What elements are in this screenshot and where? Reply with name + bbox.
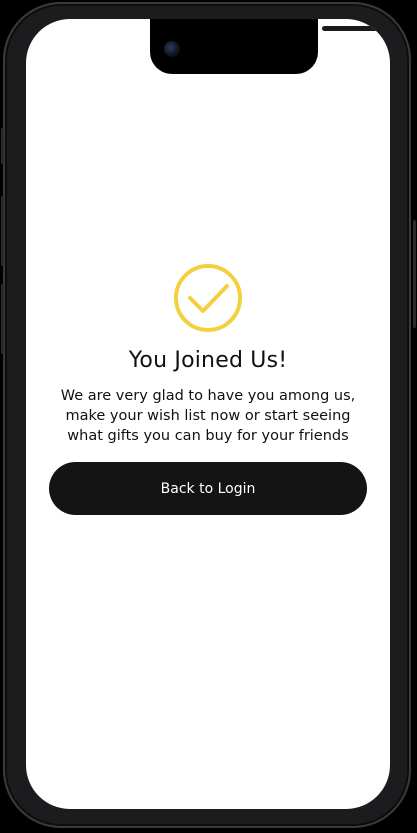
volume-down-button — [1, 284, 4, 354]
welcome-message: We are very glad to have you among us, m… — [60, 388, 356, 444]
earpiece-speaker — [322, 26, 390, 31]
back-to-login-button[interactable]: Back to Login — [49, 462, 367, 515]
silent-switch — [1, 128, 4, 164]
volume-up-button — [1, 196, 4, 266]
check-circle-icon — [174, 264, 242, 332]
front-camera — [164, 41, 180, 57]
page-title: You Joined Us! — [128, 348, 288, 373]
power-button — [413, 220, 416, 328]
success-content: You Joined Us! We are very glad to have … — [26, 19, 390, 809]
phone-screen: You Joined Us! We are very glad to have … — [26, 19, 390, 809]
